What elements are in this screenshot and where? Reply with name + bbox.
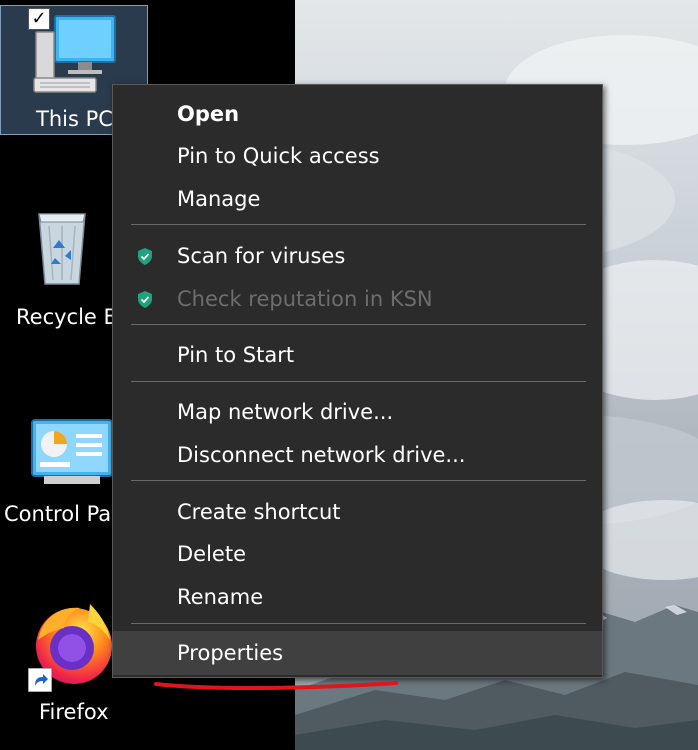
control-panel-icon	[31, 419, 113, 484]
menu-item-label: Pin to Quick access	[177, 144, 380, 168]
kaspersky-shield-icon	[138, 248, 152, 265]
desktop-icon-label: Control Pa	[4, 502, 112, 526]
menu-item-open[interactable]: Open	[113, 93, 602, 135]
menu-item-disconnect-network-drive[interactable]: Disconnect network drive...	[113, 434, 602, 476]
menu-separator	[131, 623, 586, 624]
menu-item-map-network-drive[interactable]: Map network drive...	[113, 391, 602, 433]
desktop-icon-label: Firefox	[39, 700, 109, 724]
menu-item-label: Check reputation in KSN	[177, 287, 433, 311]
menu-item-manage[interactable]: Manage	[113, 178, 602, 220]
desktop-icon-label: This PC	[36, 107, 113, 131]
menu-separator	[131, 224, 586, 225]
menu-item-label: Manage	[177, 187, 261, 211]
menu-item-label: Create shortcut	[177, 500, 341, 524]
context-menu: Open Pin to Quick access Manage Scan for…	[112, 84, 603, 678]
menu-item-pin-start[interactable]: Pin to Start	[113, 334, 602, 376]
menu-item-label: Delete	[177, 542, 246, 566]
kaspersky-shield-icon	[138, 291, 152, 308]
monitor-icon	[33, 15, 116, 93]
menu-item-label: Pin to Start	[177, 343, 295, 367]
menu-item-scan-viruses[interactable]: Scan for viruses	[113, 235, 602, 277]
menu-separator	[131, 381, 586, 382]
annotation-underline	[154, 681, 398, 691]
menu-item-create-shortcut[interactable]: Create shortcut	[113, 491, 602, 533]
menu-item-label: Disconnect network drive...	[177, 443, 466, 467]
menu-item-properties[interactable]: Properties	[113, 631, 602, 675]
menu-separator	[131, 324, 586, 325]
menu-item-rename[interactable]: Rename	[113, 576, 602, 618]
menu-item-label: Rename	[177, 585, 264, 609]
menu-item-label: Scan for viruses	[177, 244, 346, 268]
menu-item-check-reputation: Check reputation in KSN	[113, 278, 602, 320]
recycle-bin-icon	[38, 213, 86, 285]
menu-item-label: Map network drive...	[177, 400, 394, 424]
menu-separator	[131, 480, 586, 481]
menu-item-delete[interactable]: Delete	[113, 533, 602, 575]
shortcut-arrow-icon	[28, 668, 52, 692]
menu-item-label: Properties	[177, 641, 284, 665]
menu-item-label: Open	[177, 102, 240, 126]
menu-item-pin-quick-access[interactable]: Pin to Quick access	[113, 135, 602, 177]
desktop-icon-label: Recycle B	[16, 305, 118, 329]
